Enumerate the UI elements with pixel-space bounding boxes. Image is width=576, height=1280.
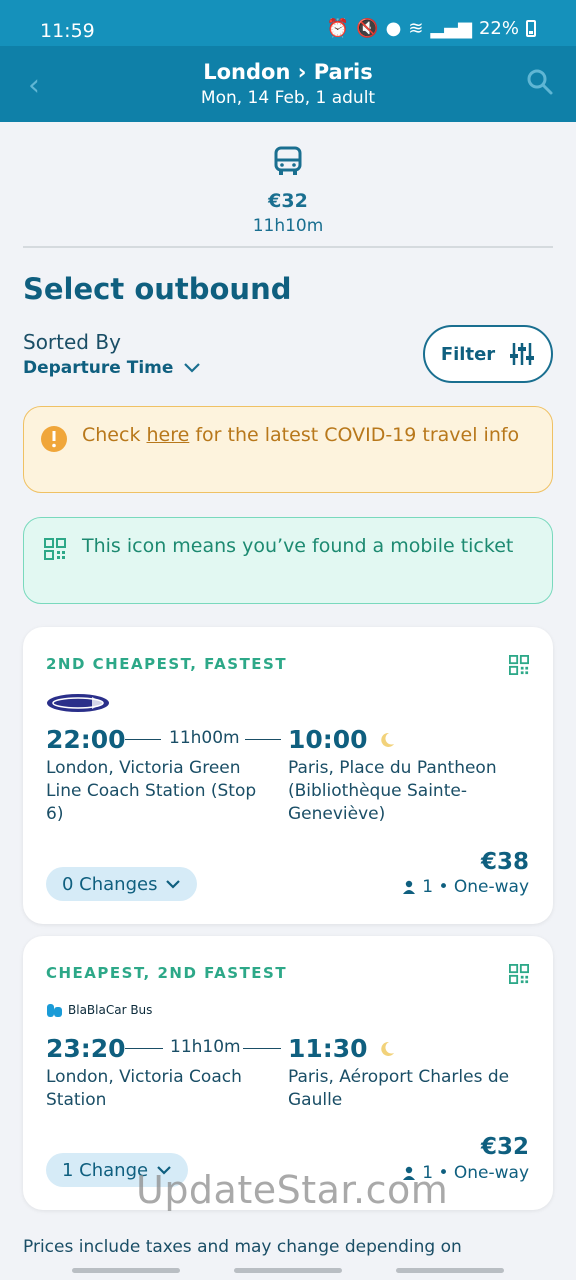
journey-duration: 11h10m bbox=[170, 1037, 241, 1057]
arrival: 10:00 bbox=[288, 725, 396, 754]
chevron-down-icon bbox=[166, 880, 181, 889]
filter-label: Filter bbox=[440, 343, 496, 365]
departure-time: 22:00 bbox=[46, 725, 126, 754]
arrival-station: Paris, Place du Pantheon (Bibliothèque S… bbox=[288, 758, 497, 824]
mode-duration: 11h10m bbox=[252, 216, 324, 236]
departure-station: London, Victoria Green Line Coach Statio… bbox=[46, 758, 257, 824]
qr-code-icon bbox=[509, 964, 529, 984]
journey-price: €38 bbox=[480, 849, 529, 875]
person-icon bbox=[403, 880, 416, 894]
journey-card[interactable]: 2ND CHEAPEST, FASTEST 22:00 11h00m 10:00… bbox=[23, 627, 553, 924]
page-title: Select outbound bbox=[23, 272, 292, 306]
operator-logo-icon bbox=[47, 694, 109, 712]
qr-code-icon bbox=[509, 655, 529, 675]
nav-indicator bbox=[72, 1268, 180, 1273]
arrival-time: 10:00 bbox=[288, 725, 368, 754]
qr-code-icon bbox=[44, 538, 66, 560]
changes-button[interactable]: 0 Changes bbox=[46, 867, 198, 901]
passenger-info: 1 • One-way bbox=[402, 877, 529, 897]
covid-info-banner: Check here for the latest COVID-19 trave… bbox=[23, 406, 553, 493]
mute-icon: 🔇 bbox=[356, 18, 379, 39]
alarm-icon: ⏰ bbox=[326, 18, 350, 39]
bus-icon bbox=[274, 146, 302, 175]
moon-icon bbox=[380, 732, 394, 747]
mode-price: €32 bbox=[268, 190, 308, 212]
app-header: ‹ London › Paris Mon, 14 Feb, 1 adult bbox=[0, 46, 576, 122]
system-nav-bar bbox=[0, 1268, 576, 1280]
departure-station: London, Victoria Coach Station bbox=[46, 1067, 242, 1110]
journey-price: €32 bbox=[480, 1134, 529, 1160]
duration-line bbox=[245, 739, 281, 740]
duration-line bbox=[125, 1048, 163, 1049]
sort-dropdown[interactable]: Departure Time bbox=[23, 358, 201, 378]
moon-icon bbox=[380, 1041, 394, 1056]
covid-text-pre: Check bbox=[82, 424, 147, 446]
location-icon: ● bbox=[385, 18, 402, 39]
arrival-station: Paris, Aéroport Charles de Gaulle bbox=[288, 1067, 510, 1110]
signal-icon: ▂▄▆ bbox=[430, 18, 472, 39]
nav-indicator bbox=[396, 1268, 504, 1273]
mobile-ticket-banner: This icon means you’ve found a mobile ti… bbox=[23, 517, 553, 604]
filter-button[interactable]: Filter bbox=[423, 325, 553, 383]
battery-icon bbox=[526, 20, 536, 37]
arrival: 11:30 bbox=[288, 1034, 396, 1063]
wifi-icon: ≋ bbox=[408, 18, 424, 39]
changes-label: 0 Changes bbox=[62, 873, 158, 895]
passenger-text: 1 • One-way bbox=[422, 877, 529, 897]
journey-duration: 11h00m bbox=[169, 728, 240, 748]
status-time: 11:59 bbox=[40, 20, 95, 42]
departure-time: 23:20 bbox=[46, 1034, 126, 1063]
duration-line bbox=[125, 739, 161, 740]
sliders-icon bbox=[510, 343, 535, 365]
price-disclaimer: Prices include taxes and may change depe… bbox=[23, 1237, 462, 1257]
mobile-ticket-text: This icon means you’ve found a mobile ti… bbox=[82, 535, 514, 557]
arrival-time: 11:30 bbox=[288, 1034, 368, 1063]
covid-here-link[interactable]: here bbox=[147, 424, 190, 446]
nav-indicator bbox=[234, 1268, 342, 1273]
status-icons: ⏰ 🔇 ● ≋ ▂▄▆ 22% bbox=[327, 18, 536, 39]
sort-value: Departure Time bbox=[23, 358, 174, 378]
status-bar: 11:59 ⏰ 🔇 ● ≋ ▂▄▆ 22% bbox=[0, 0, 576, 46]
alert-icon bbox=[41, 426, 67, 452]
search-icon[interactable] bbox=[526, 68, 554, 100]
operator-logo: BlaBlaCar Bus bbox=[46, 1002, 152, 1018]
chevron-down-icon bbox=[184, 363, 201, 373]
duration-line bbox=[243, 1048, 281, 1049]
sorted-by-label: Sorted By bbox=[23, 330, 121, 354]
watermark: UpdateStar.com bbox=[136, 1168, 449, 1212]
covid-text-post: for the latest COVID-19 travel info bbox=[189, 424, 520, 446]
route-title: London › Paris bbox=[203, 60, 373, 84]
route-subtitle: Mon, 14 Feb, 1 adult bbox=[200, 88, 376, 108]
bus-mode-tab[interactable]: €32 11h10m bbox=[0, 146, 576, 236]
blablacar-logo-icon bbox=[47, 1004, 62, 1017]
battery-percent: 22% bbox=[478, 18, 519, 39]
journey-badge: 2ND CHEAPEST, FASTEST bbox=[46, 655, 288, 673]
operator-name: BlaBlaCar Bus bbox=[68, 1003, 153, 1017]
journey-badge: CHEAPEST, 2ND FASTEST bbox=[46, 964, 288, 982]
divider bbox=[23, 246, 553, 248]
